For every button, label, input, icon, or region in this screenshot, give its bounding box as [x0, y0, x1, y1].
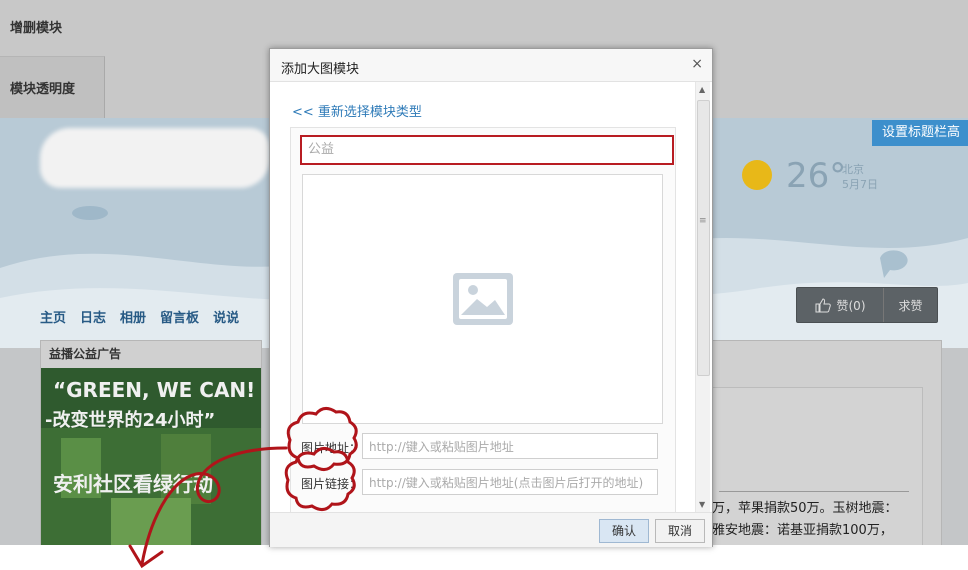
image-url-input[interactable]: http://键入或粘贴图片地址 [362, 433, 658, 459]
annotation-arrowhead [128, 544, 164, 569]
module-title-input[interactable]: 公益 [300, 135, 674, 165]
image-url-label: 图片地址： [301, 441, 362, 455]
nav-shuoshuo[interactable]: 说说 [213, 307, 239, 326]
ad-campaign: 安利社区看绿行动 [53, 472, 213, 496]
confirm-button[interactable]: 确认 [599, 519, 649, 543]
weather-widget: 26° 北京 5月7日 [738, 156, 878, 200]
ad-card: 益播公益广告 “GREEN, WE CAN! -改变世界的24小时” 安利社区看… [40, 340, 262, 545]
like-button[interactable]: 赞(0) [797, 288, 884, 322]
dialog-title: 添加大图模块 [281, 62, 360, 77]
cancel-button[interactable]: 取消 [655, 519, 705, 543]
news-line: 万，苹果捐款50万。玉树地震： [712, 501, 898, 516]
news-text: 万，苹果捐款50万。玉树地震： 雅安地震：诺基亚捐款100万， [712, 498, 898, 542]
like-widget: 赞(0) 求赞 [796, 287, 938, 323]
weather-temperature: 26° [786, 156, 847, 196]
nav-home[interactable]: 主页 [40, 307, 66, 326]
ad-subheadline: -改变世界的24小时” [45, 410, 216, 431]
dialog-body: << 重新选择模块类型 公益 图片地址： http://键入或粘贴图片地址 图片… [270, 82, 712, 512]
dialog-scrollbar[interactable]: ▲ ≡ ▼ [695, 82, 710, 512]
weather-date: 5月7日 [842, 178, 878, 191]
nav-blog[interactable]: 日志 [80, 307, 106, 326]
ad-image[interactable]: “GREEN, WE CAN! -改变世界的24小时” 安利社区看绿行动 [41, 368, 261, 545]
like-count: 赞(0) [836, 298, 866, 313]
scrollbar-grip-icon: ≡ [699, 216, 707, 226]
dialog-footer: 确认 取消 [270, 512, 712, 547]
image-link-label: 图片链接： [301, 477, 362, 491]
add-large-image-module-dialog: 添加大图模块 × << 重新选择模块类型 公益 图片地址： http://键入或… [269, 48, 713, 547]
thumbs-up-icon [815, 297, 831, 312]
weather-city: 北京 [842, 163, 864, 176]
image-preview-area[interactable] [302, 174, 663, 424]
weather-location: 北京 5月7日 [842, 162, 878, 192]
reselect-module-type-link[interactable]: << 重新选择模块类型 [292, 101, 422, 120]
module-transparency-item[interactable]: 模块透明度 [10, 78, 75, 97]
ask-like-button[interactable]: 求赞 [884, 288, 937, 322]
ad-headline: “GREEN, WE CAN! [53, 378, 256, 402]
scroll-up-icon[interactable]: ▲ [699, 85, 705, 94]
sun-icon [742, 160, 772, 190]
blurred-blog-title [40, 128, 270, 188]
news-line: 雅安地震：诺基亚捐款100万， [712, 523, 893, 538]
dialog-title-bar[interactable]: 添加大图模块 × [270, 49, 712, 82]
ad-card-title: 益播公益广告 [49, 347, 122, 361]
scrollbar-thumb[interactable] [697, 100, 710, 376]
image-link-input[interactable]: http://键入或粘贴图片地址(点击图片后打开的地址) [362, 469, 658, 495]
nav-album[interactable]: 相册 [120, 307, 146, 326]
image-placeholder-icon [453, 273, 513, 325]
add-delete-modules-item[interactable]: 增删模块 [10, 17, 62, 36]
set-title-bar-height-button[interactable]: 设置标题栏高 [872, 120, 968, 146]
scroll-down-icon[interactable]: ▼ [699, 500, 705, 509]
nav-guestbook[interactable]: 留言板 [160, 307, 199, 326]
close-icon[interactable]: × [691, 56, 703, 72]
content-divider [719, 491, 909, 492]
blog-nav: 主页 日志 相册 留言板 说说 [40, 307, 239, 326]
